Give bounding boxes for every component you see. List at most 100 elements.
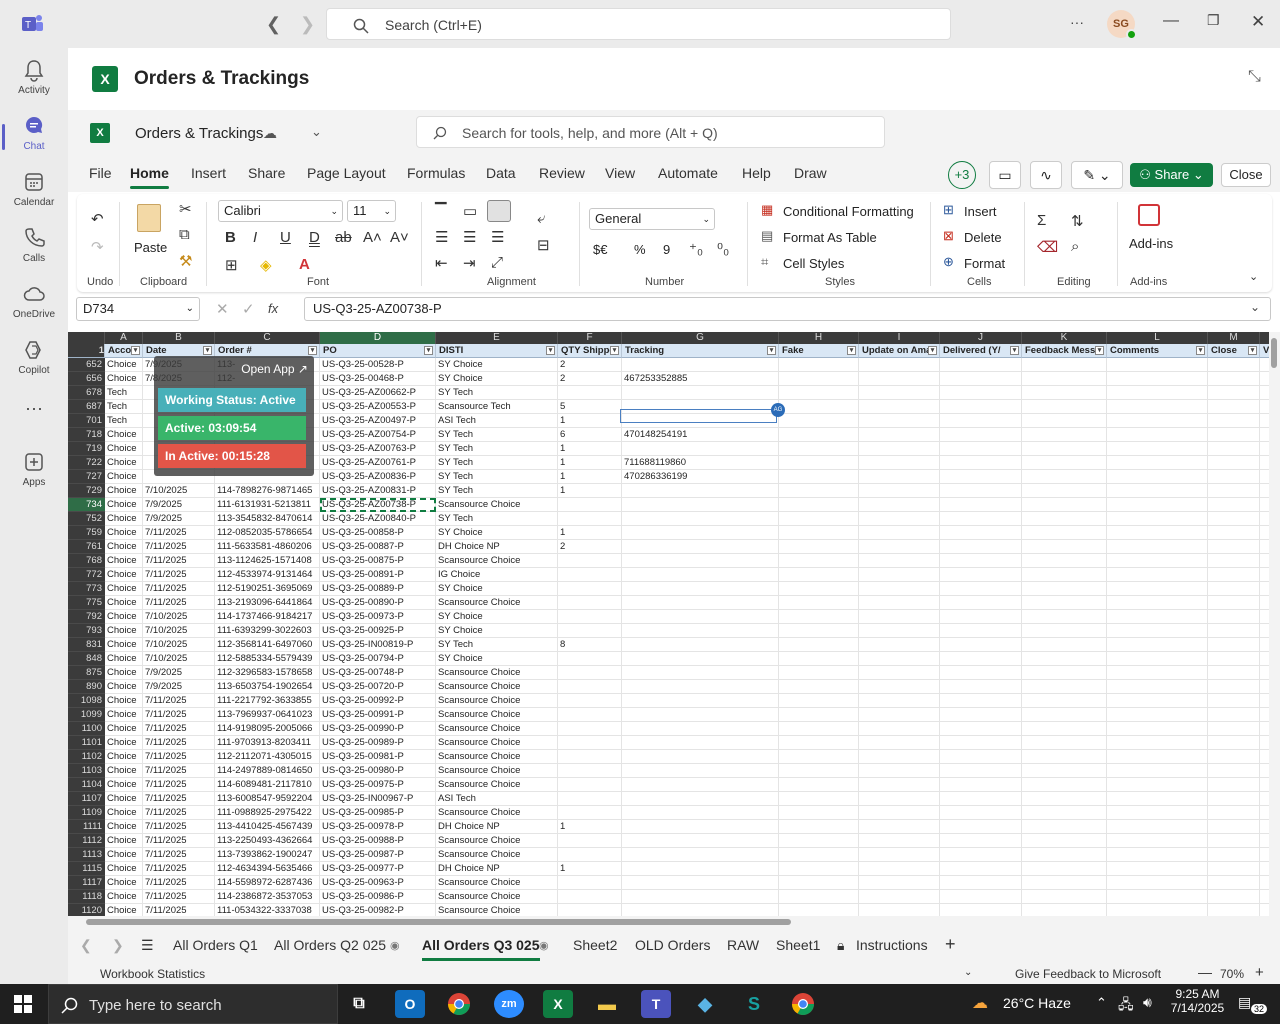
row-number[interactable]: 773 <box>68 582 105 596</box>
table-cell[interactable]: 114-2386872-3537053 <box>215 890 320 904</box>
table-cell[interactable] <box>779 722 859 736</box>
table-cell[interactable]: Scansource Choice <box>436 890 558 904</box>
row-number[interactable]: 718 <box>68 428 105 442</box>
currency-icon[interactable]: $€ <box>593 242 607 257</box>
table-cell[interactable] <box>1022 638 1107 652</box>
table-cell[interactable] <box>1208 470 1260 484</box>
table-cell[interactable] <box>1022 764 1107 778</box>
table-cell[interactable] <box>622 484 779 498</box>
table-cell[interactable] <box>1107 862 1208 876</box>
table-cell[interactable] <box>779 736 859 750</box>
sheet-tab[interactable]: Instructions <box>856 937 928 953</box>
comments-icon[interactable]: ▭ <box>989 161 1021 189</box>
table-cell[interactable]: US-Q3-25-AZ00831-P <box>320 484 436 498</box>
table-cell[interactable]: US-Q3-25-AZ00754-P <box>320 428 436 442</box>
table-cell[interactable] <box>940 806 1022 820</box>
table-cell[interactable] <box>622 652 779 666</box>
table-cell[interactable]: US-Q3-25-AZ00761-P <box>320 456 436 470</box>
close-window-icon[interactable]: ✕ <box>1251 12 1265 32</box>
table-cell[interactable] <box>558 792 622 806</box>
table-cell[interactable]: 7/11/2025 <box>143 764 215 778</box>
table-cell[interactable]: 113-1124625-1571408 <box>215 554 320 568</box>
filter-dropdown-icon[interactable]: ▾ <box>767 346 776 355</box>
table-cell[interactable] <box>779 554 859 568</box>
table-cell[interactable]: Choice <box>105 638 143 652</box>
catch-up-icon[interactable]: ∿ <box>1030 161 1062 189</box>
row-number[interactable]: 701 <box>68 414 105 428</box>
table-cell[interactable] <box>1107 498 1208 512</box>
decrease-indent-icon[interactable]: ⇤ <box>435 254 448 272</box>
table-cell[interactable]: US-Q3-25-00468-P <box>320 372 436 386</box>
table-cell[interactable]: 112-2112071-4305015 <box>215 750 320 764</box>
document-name[interactable]: Orders & Trackings <box>135 125 263 142</box>
table-cell[interactable]: US-Q3-25-00975-P <box>320 778 436 792</box>
table-cell[interactable] <box>1208 554 1260 568</box>
insert-function-icon[interactable]: fx <box>268 301 278 316</box>
table-cell[interactable] <box>779 498 859 512</box>
table-cell[interactable] <box>622 792 779 806</box>
column-header[interactable]: B <box>143 332 215 344</box>
table-cell[interactable] <box>1107 722 1208 736</box>
table-cell[interactable] <box>1208 456 1260 470</box>
table-cell[interactable]: 111-6393299-3022603 <box>215 624 320 638</box>
row-number[interactable]: 1112 <box>68 834 105 848</box>
table-cell[interactable]: 1 <box>558 526 622 540</box>
column-header[interactable]: D <box>320 332 436 344</box>
table-cell[interactable]: 112-0852035-5786654 <box>215 526 320 540</box>
table-cell[interactable] <box>1022 750 1107 764</box>
more-options-icon[interactable]: ··· <box>1070 14 1084 30</box>
table-cell[interactable] <box>1208 736 1260 750</box>
table-cell[interactable]: 1 <box>558 862 622 876</box>
filter-dropdown-icon[interactable]: ▾ <box>203 346 212 355</box>
row-number[interactable]: 875 <box>68 666 105 680</box>
table-cell[interactable] <box>779 442 859 456</box>
table-cell[interactable]: 113-4410425-4567439 <box>215 820 320 834</box>
table-cell[interactable] <box>779 358 859 372</box>
table-cell[interactable]: 7/10/2025 <box>143 652 215 666</box>
table-cell[interactable]: 114-2497889-0814650 <box>215 764 320 778</box>
table-cell[interactable] <box>1107 484 1208 498</box>
table-cell[interactable]: Choice <box>105 792 143 806</box>
table-cell[interactable] <box>940 736 1022 750</box>
table-cell[interactable] <box>622 890 779 904</box>
zoom-level[interactable]: 70% <box>1220 967 1244 981</box>
volume-icon[interactable]: 🔊︎ <box>1143 994 1152 1011</box>
table-cell[interactable] <box>1208 820 1260 834</box>
table-cell[interactable] <box>859 820 940 834</box>
row-number[interactable]: 1099 <box>68 708 105 722</box>
comma-style-icon[interactable]: 9 <box>663 242 670 257</box>
table-cell[interactable]: 114-6089481-2117810 <box>215 778 320 792</box>
row-number[interactable]: 1109 <box>68 806 105 820</box>
clear-icon[interactable]: ⌫ <box>1037 238 1058 256</box>
back-arrow-icon[interactable]: ❮ <box>266 14 281 35</box>
table-cell[interactable]: 112-5885334-5579439 <box>215 652 320 666</box>
table-cell[interactable]: US-Q3-25-00794-P <box>320 652 436 666</box>
font-size-select[interactable]: 11 ⌄ <box>347 200 396 222</box>
table-cell[interactable]: 7/11/2025 <box>143 750 215 764</box>
row-number[interactable]: 722 <box>68 456 105 470</box>
zoom-in-icon[interactable]: + <box>1255 964 1264 981</box>
table-cell[interactable]: SY Choice <box>436 610 558 624</box>
table-cell[interactable] <box>940 862 1022 876</box>
table-cell[interactable] <box>859 386 940 400</box>
orientation-icon[interactable]: ⤢ <box>491 254 503 271</box>
table-cell[interactable]: Choice <box>105 540 143 554</box>
row-number[interactable]: 656 <box>68 372 105 386</box>
selected-cell[interactable]: US-Q3-25-AZ00738-P <box>320 498 436 512</box>
table-cell[interactable]: Choice <box>105 568 143 582</box>
table-cell[interactable] <box>859 834 940 848</box>
add-ins-icon[interactable] <box>1138 204 1160 226</box>
table-cell[interactable] <box>1107 526 1208 540</box>
bold-icon[interactable]: B <box>225 229 236 246</box>
table-cell[interactable]: Choice <box>105 484 143 498</box>
table-cell[interactable] <box>622 512 779 526</box>
table-cell[interactable] <box>1208 876 1260 890</box>
filter-dropdown-icon[interactable]: ▾ <box>308 346 317 355</box>
table-cell[interactable]: 112-5190251-3695069 <box>215 582 320 596</box>
table-cell[interactable] <box>622 554 779 568</box>
sheet-tab[interactable]: All Orders Q2 025 <box>274 937 386 953</box>
merge-center-icon[interactable]: ⊟ <box>537 236 550 254</box>
table-cell[interactable]: 1 <box>558 414 622 428</box>
table-cell[interactable]: 112-3568141-6497060 <box>215 638 320 652</box>
restore-icon[interactable]: ❐ <box>1207 12 1220 29</box>
